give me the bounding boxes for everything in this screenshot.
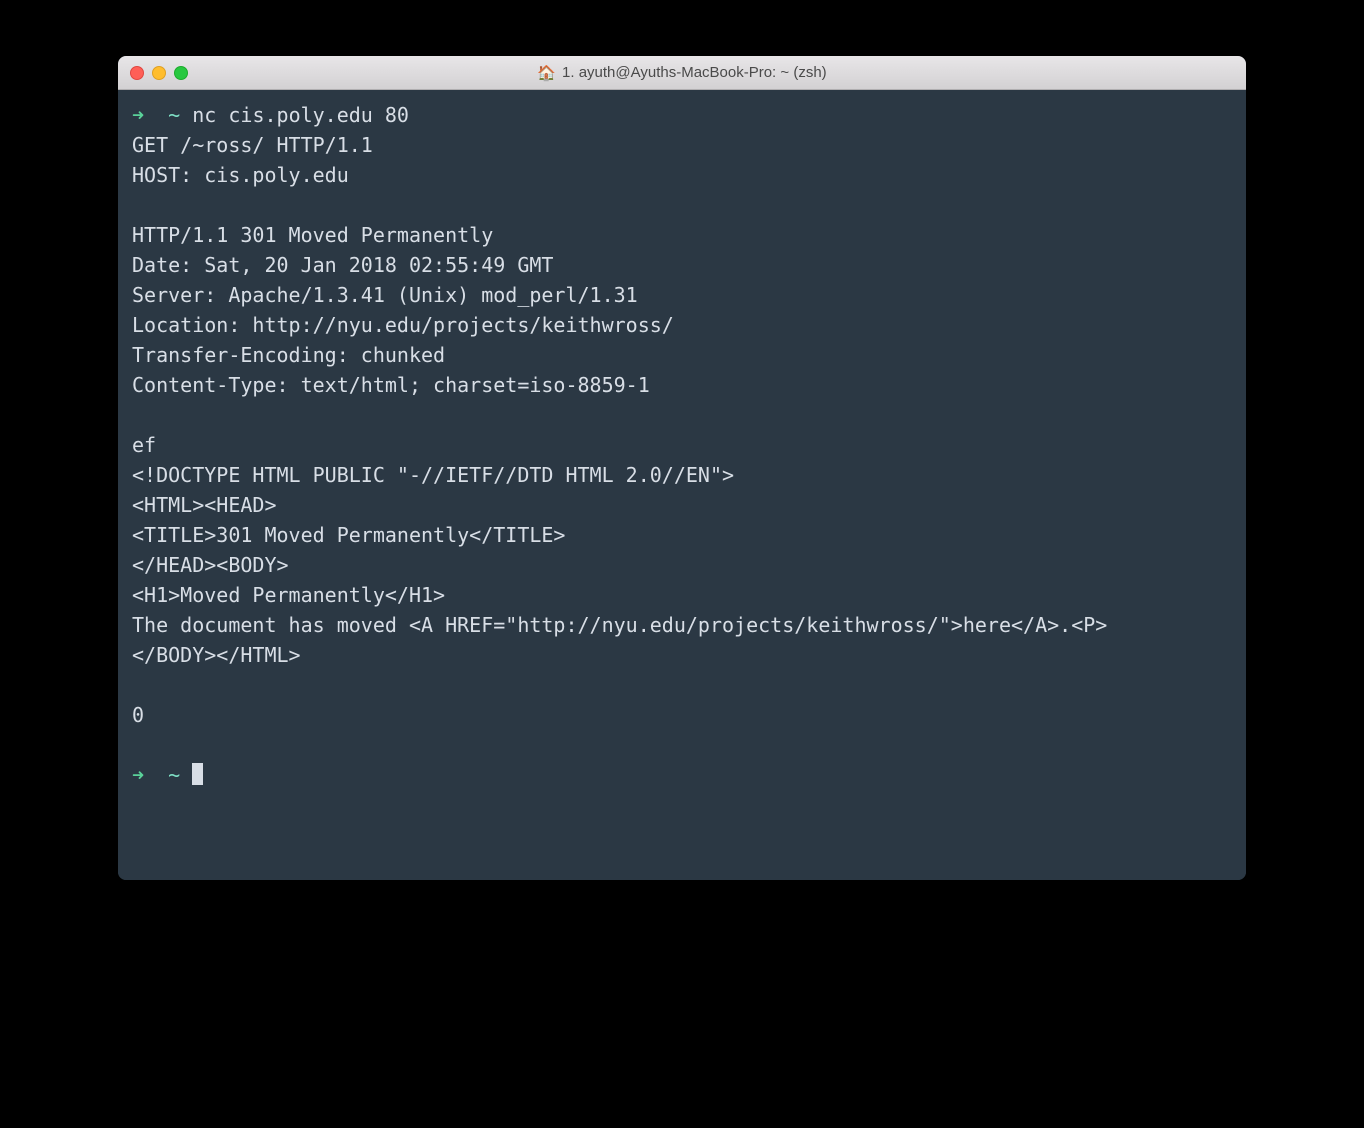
- terminal-line: </HEAD><BODY>: [132, 550, 1232, 580]
- terminal-line: The document has moved <A HREF="http://n…: [132, 610, 1232, 640]
- terminal-line: [132, 730, 1232, 760]
- window-title-text: 1. ayuth@Ayuths-MacBook-Pro: ~ (zsh): [562, 64, 827, 81]
- terminal-line: 0: [132, 700, 1232, 730]
- terminal-line: [132, 400, 1232, 430]
- terminal-line: </BODY></HTML>: [132, 640, 1232, 670]
- command-text: nc cis.poly.edu 80: [192, 103, 409, 127]
- home-icon: 🏠: [537, 64, 556, 82]
- terminal-line: Location: http://nyu.edu/projects/keithw…: [132, 310, 1232, 340]
- window-title: 🏠 1. ayuth@Ayuths-MacBook-Pro: ~ (zsh): [130, 64, 1234, 82]
- terminal-line: Transfer-Encoding: chunked: [132, 340, 1232, 370]
- terminal-line: <TITLE>301 Moved Permanently</TITLE>: [132, 520, 1232, 550]
- terminal-line: <H1>Moved Permanently</H1>: [132, 580, 1232, 610]
- terminal-line: <!DOCTYPE HTML PUBLIC "-//IETF//DTD HTML…: [132, 460, 1232, 490]
- prompt-path: ~: [168, 103, 180, 127]
- titlebar[interactable]: 🏠 1. ayuth@Ayuths-MacBook-Pro: ~ (zsh): [118, 56, 1246, 90]
- cursor: [192, 763, 203, 785]
- terminal-line: Date: Sat, 20 Jan 2018 02:55:49 GMT: [132, 250, 1232, 280]
- terminal-body[interactable]: ➜ ~ nc cis.poly.edu 80 GET /~ross/ HTTP/1…: [118, 90, 1246, 880]
- terminal-output: GET /~ross/ HTTP/1.1HOST: cis.poly.edu HT…: [132, 130, 1232, 760]
- close-button[interactable]: [130, 66, 144, 80]
- terminal-line: [132, 670, 1232, 700]
- traffic-lights: [130, 66, 188, 80]
- prompt-arrow: ➜: [132, 103, 144, 127]
- terminal-line: [132, 190, 1232, 220]
- terminal-line: <HTML><HEAD>: [132, 490, 1232, 520]
- terminal-line: HTTP/1.1 301 Moved Permanently: [132, 220, 1232, 250]
- terminal-window: 🏠 1. ayuth@Ayuths-MacBook-Pro: ~ (zsh) ➜…: [118, 56, 1246, 880]
- terminal-line: GET /~ross/ HTTP/1.1: [132, 130, 1232, 160]
- minimize-button[interactable]: [152, 66, 166, 80]
- terminal-line: HOST: cis.poly.edu: [132, 160, 1232, 190]
- terminal-line: Server: Apache/1.3.41 (Unix) mod_perl/1.…: [132, 280, 1232, 310]
- terminal-line: ef: [132, 430, 1232, 460]
- maximize-button[interactable]: [174, 66, 188, 80]
- terminal-line: Content-Type: text/html; charset=iso-885…: [132, 370, 1232, 400]
- prompt-path: ~: [168, 763, 180, 787]
- prompt-arrow: ➜: [132, 763, 144, 787]
